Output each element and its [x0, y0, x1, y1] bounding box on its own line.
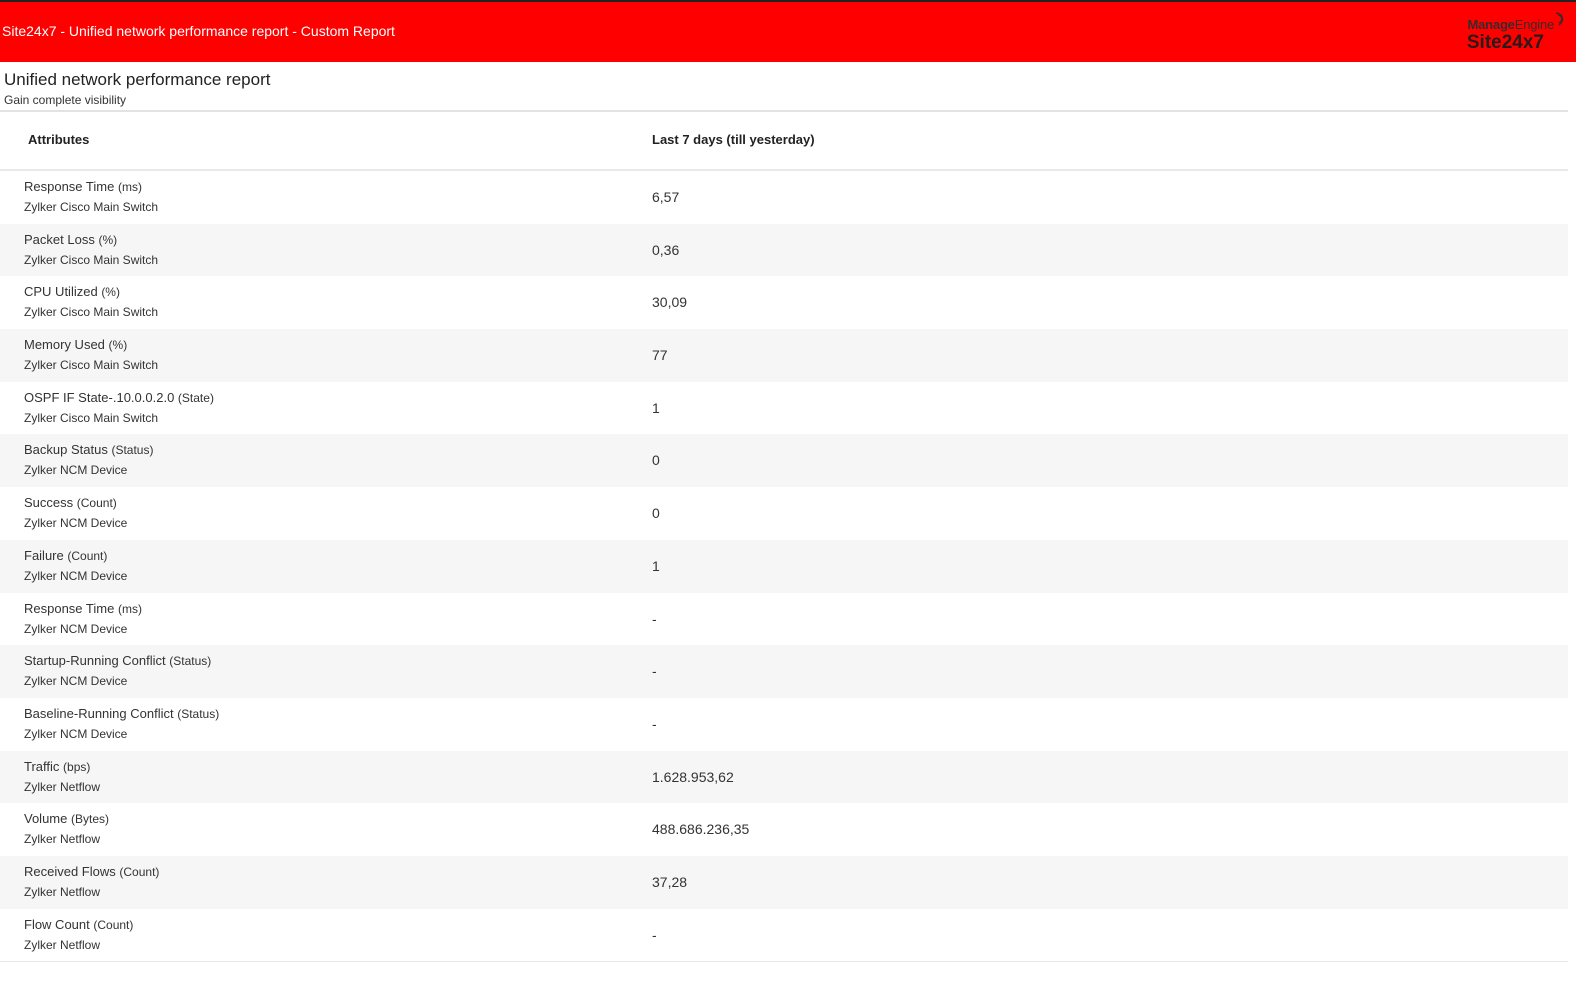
table-row: Traffic (bps) Zylker Netflow 1.628.953,62: [0, 750, 1568, 804]
attribute-name: Response Time (ms): [24, 179, 142, 194]
attribute-unit: (Count): [67, 548, 108, 563]
attribute-name: Baseline-Running Conflict (Status): [24, 705, 220, 721]
table-bottom-border: [0, 961, 1568, 963]
table-row: CPU Utilized (%) Zylker Cisco Main Switch…: [0, 276, 1568, 329]
attribute-name: Flow Count (Count): [24, 916, 134, 932]
attribute-name: Volume (Bytes): [24, 811, 110, 827]
attribute-unit: (Count): [76, 496, 117, 511]
attribute-value: -: [652, 610, 657, 627]
table-row: Volume (Bytes) Zylker Netflow 488.686.236,…: [0, 803, 1568, 856]
site24x7-wordmark: Site24x7: [1466, 32, 1544, 53]
monitor-name: Zylker Netflow: [24, 832, 101, 847]
monitor-name: Zylker NCM Device: [24, 516, 128, 531]
attribute-unit: (Bytes): [71, 812, 110, 827]
monitor-name: Zylker Netflow: [24, 884, 101, 899]
attribute-unit: (%): [98, 232, 118, 247]
attribute-unit: (Status): [177, 706, 220, 721]
attribute-value: 488.686.236,35: [652, 821, 750, 838]
attribute-unit: (ms): [117, 180, 142, 194]
column-header-period: Last 7 days (till yesterday): [652, 132, 815, 147]
table-row: Failure (Count) Zylker NCM Device 1: [0, 539, 1568, 593]
monitor-name: Zylker NCM Device: [24, 568, 128, 583]
monitor-name: Zylker Cisco Main Switch: [24, 200, 159, 214]
report-title: Unified network performance report: [4, 70, 271, 89]
attribute-unit: (State): [177, 390, 214, 405]
attribute-unit: (ms): [117, 601, 142, 616]
table-row: Success (Count) Zylker NCM Device 0: [0, 487, 1568, 540]
monitor-name: Zylker Cisco Main Switch: [24, 410, 159, 425]
monitor-name: Zylker NCM Device: [24, 621, 128, 636]
attribute-name: Success (Count): [24, 495, 117, 511]
monitor-name: Zylker Netflow: [24, 937, 101, 952]
table-row: Memory Used (%) Zylker Cisco Main Switch 7…: [0, 329, 1568, 382]
attribute-value: 0: [652, 452, 660, 469]
table-row: Baseline-Running Conflict (Status) Zylker…: [0, 698, 1568, 751]
table-row: Startup-Running Conflict (Status) Zylker …: [0, 645, 1568, 698]
table-row: Received Flows (Count) Zylker Netflow 37,2…: [0, 855, 1568, 909]
attribute-value: -: [652, 663, 657, 680]
monitor-name: Zylker Cisco Main Switch: [24, 252, 159, 267]
attribute-unit: (bps): [63, 759, 91, 774]
table-row: Flow Count (Count) Zylker Netflow -: [0, 909, 1568, 962]
column-header-attributes: Attributes: [28, 132, 90, 147]
monitor-name: Zylker NCM Device: [24, 674, 128, 689]
attribute-unit: (%): [101, 285, 120, 300]
attribute-name: Packet Loss (%): [24, 231, 118, 247]
monitor-name: Zylker Cisco Main Switch: [24, 358, 159, 373]
table-body: Response Time (ms) Zylker Cisco Main Swit…: [0, 171, 1568, 961]
attribute-name: Failure (Count): [24, 547, 108, 563]
table-row: Backup Status (Status) Zylker NCM Device 0: [0, 434, 1568, 488]
table-row: Response Time (ms) Zylker NCM Device -: [0, 593, 1568, 646]
table-row: Packet Loss (%) Zylker Cisco Main Switch 0…: [0, 223, 1568, 277]
table-header: Attributes Last 7 days (till yesterday): [0, 112, 1568, 171]
monitor-name: Zylker NCM Device: [24, 726, 128, 741]
monitor-name: Zylker Netflow: [24, 779, 101, 794]
attribute-value: 77: [652, 347, 668, 364]
attribute-unit: (Status): [111, 443, 154, 458]
site24x7-logo: ManageEngine Site24x7: [1460, 12, 1566, 56]
monitor-name: Zylker NCM Device: [24, 463, 128, 478]
attribute-name: Response Time (ms): [24, 600, 142, 616]
attribute-name: CPU Utilized (%): [24, 284, 120, 300]
attribute-value: 0,36: [652, 241, 680, 258]
attribute-value: -: [652, 926, 657, 943]
report-table: Attributes Last 7 days (till yesterday) …: [0, 112, 1568, 963]
attribute-value: 1: [652, 557, 660, 574]
attribute-name: OSPF IF State-.10.0.0.2.0 (State): [24, 389, 214, 405]
attribute-unit: (Count): [93, 917, 134, 932]
logo-swoosh-icon: [1555, 12, 1564, 26]
attribute-unit: (Count): [119, 864, 160, 879]
report-subtitle: Gain complete visibility: [4, 93, 127, 107]
manageengine-wordmark: ManageEngine: [1467, 17, 1555, 32]
attribute-value: 37,28: [652, 873, 688, 890]
attribute-value: 1: [652, 399, 660, 416]
table-row: Response Time (ms) Zylker Cisco Main Swit…: [0, 171, 1568, 224]
monitor-name: Zylker Cisco Main Switch: [24, 305, 159, 320]
attribute-name: Backup Status (Status): [24, 442, 154, 458]
header-title: Site24x7 - Unified network performance r…: [2, 23, 395, 39]
attribute-value: 6,57: [652, 189, 680, 205]
attribute-value: 0: [652, 505, 660, 522]
attribute-name: Startup-Running Conflict (Status): [24, 653, 212, 669]
table-row: OSPF IF State-.10.0.0.2.0 (State) Zylker …: [0, 382, 1568, 435]
attribute-value: 30,09: [652, 294, 688, 311]
attribute-unit: (%): [108, 338, 128, 353]
attribute-value: -: [652, 715, 657, 732]
attribute-name: Received Flows (Count): [24, 863, 160, 879]
report-header-bar: Site24x7 - Unified network performance r…: [0, 2, 1576, 62]
attribute-name: Memory Used (%): [24, 337, 128, 353]
attribute-value: 1.628.953,62: [652, 768, 734, 785]
attribute-name: Traffic (bps): [24, 758, 91, 774]
attribute-unit: (Status): [169, 654, 212, 669]
